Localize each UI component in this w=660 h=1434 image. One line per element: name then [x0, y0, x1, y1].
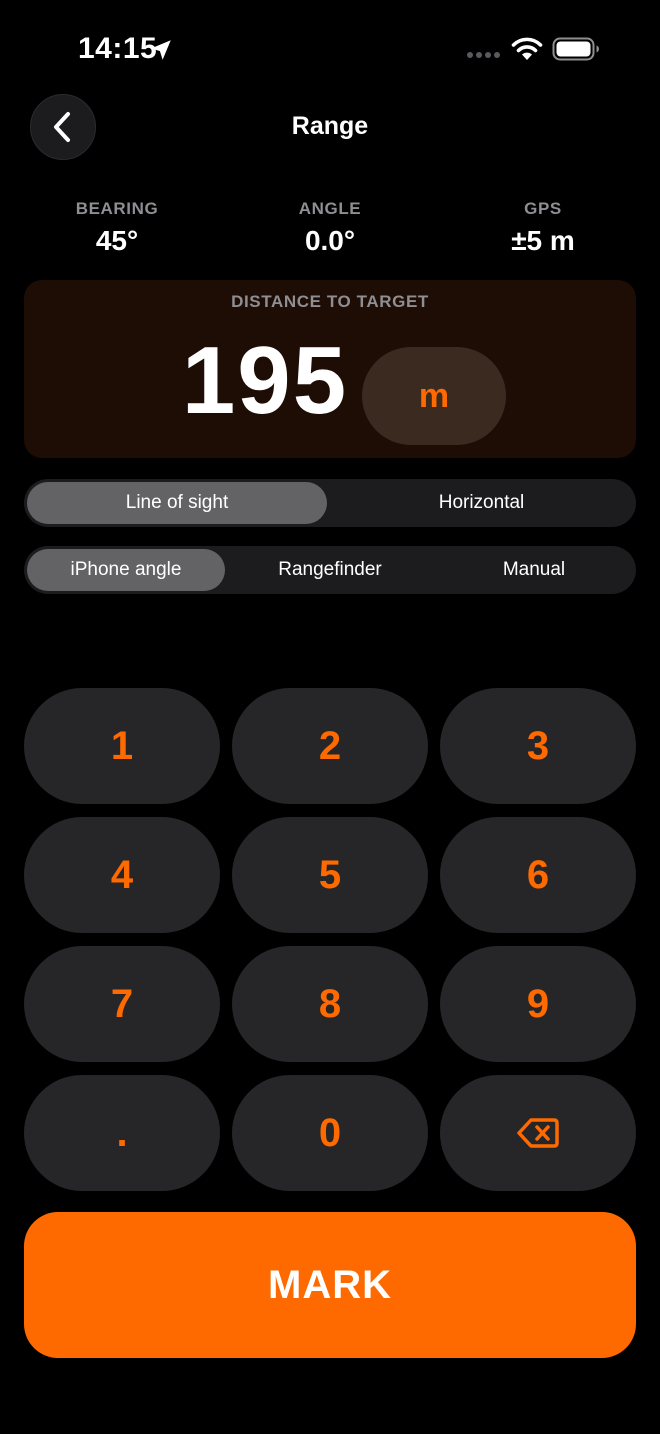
- key-5[interactable]: 5: [232, 817, 428, 933]
- key-9[interactable]: 9: [440, 946, 636, 1062]
- segment-iphone-angle[interactable]: iPhone angle: [27, 549, 225, 591]
- signal-dots-icon: [467, 52, 500, 58]
- stat-bearing-label: BEARING: [75, 199, 159, 218]
- stat-gps-value: ±5 m: [511, 225, 575, 256]
- key-1[interactable]: 1: [24, 688, 220, 804]
- segment-line-of-sight[interactable]: Line of sight: [27, 482, 327, 524]
- key-2[interactable]: 2: [232, 688, 428, 804]
- key-4[interactable]: 4: [24, 817, 220, 933]
- key-8[interactable]: 8: [232, 946, 428, 1062]
- unit-toggle-button[interactable]: m: [362, 347, 506, 445]
- measurement-mode-segment: Line of sight Horizontal: [24, 479, 636, 527]
- distance-value: 195: [181, 327, 349, 434]
- key-6[interactable]: 6: [440, 817, 636, 933]
- location-arrow-icon: [151, 40, 171, 60]
- distance-card: DISTANCE TO TARGET 195 m: [24, 280, 636, 458]
- input-source-segment: iPhone angle Rangefinder Manual: [24, 546, 636, 594]
- key-decimal[interactable]: .: [24, 1075, 220, 1191]
- distance-label: DISTANCE TO TARGET: [231, 292, 429, 311]
- stat-angle-label: ANGLE: [298, 199, 362, 218]
- backspace-icon: [517, 1118, 559, 1148]
- segment-rangefinder[interactable]: Rangefinder: [229, 549, 431, 591]
- wifi-icon: [511, 37, 543, 60]
- status-bar: 14:15: [0, 0, 660, 96]
- key-0[interactable]: 0: [232, 1075, 428, 1191]
- status-time: 14:15: [78, 32, 158, 65]
- stat-gps: GPS ±5 m: [443, 198, 643, 258]
- stat-angle-value: 0.0°: [304, 225, 356, 256]
- key-backspace[interactable]: [440, 1075, 636, 1191]
- battery-icon: [552, 37, 599, 61]
- stat-bearing: BEARING 45°: [17, 198, 217, 258]
- segment-manual[interactable]: Manual: [435, 549, 633, 591]
- stat-angle: ANGLE 0.0°: [230, 198, 430, 258]
- mark-button[interactable]: MARK: [24, 1212, 636, 1358]
- key-3[interactable]: 3: [440, 688, 636, 804]
- segment-horizontal[interactable]: Horizontal: [330, 482, 633, 524]
- page-title: Range: [291, 112, 369, 140]
- stat-gps-label: GPS: [524, 199, 562, 218]
- key-7[interactable]: 7: [24, 946, 220, 1062]
- stat-bearing-value: 45°: [95, 225, 139, 256]
